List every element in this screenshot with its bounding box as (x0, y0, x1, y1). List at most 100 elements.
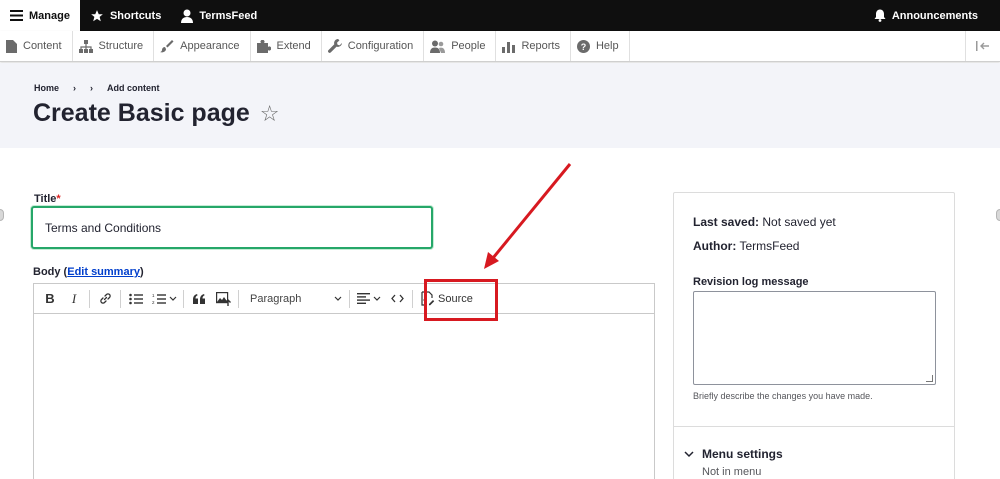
author-value: TermsFeed (739, 239, 800, 253)
blockquote-button[interactable] (187, 288, 211, 310)
breadcrumb-add-content[interactable]: Add content (107, 83, 160, 93)
favorite-star-icon[interactable]: ☆ (260, 101, 280, 127)
admin-menu-tray: Content Structure Appearance Extend Conf… (0, 31, 1000, 62)
structure-icon (78, 39, 93, 53)
bar-chart-icon (502, 41, 516, 53)
bell-icon (874, 9, 886, 22)
tray-orientation-toggle[interactable] (965, 31, 1000, 61)
tray-label: Structure (98, 40, 144, 52)
tray-label: Configuration (347, 40, 414, 52)
breadcrumb-separator: › (90, 83, 94, 93)
toolbar-separator (89, 289, 90, 308)
code-icon (390, 294, 404, 303)
editor-toolbar: B I 12 Paragraph Source (34, 284, 654, 314)
breadcrumb-home[interactable]: Home (34, 83, 59, 93)
user-label: TermsFeed (199, 9, 258, 22)
author-line: Author: TermsFeed (693, 239, 799, 253)
announcements-label: Announcements (891, 9, 978, 22)
title-input[interactable] (31, 206, 433, 249)
title-label-text: Title (34, 193, 57, 205)
author-label: Author: (693, 239, 737, 253)
tray-item-appearance[interactable]: Appearance (154, 31, 251, 61)
people-icon (430, 40, 446, 53)
page-title-text: Create Basic page (33, 99, 250, 127)
toolbar-separator (183, 289, 184, 308)
tray-item-help[interactable]: ? Help (571, 31, 630, 61)
puzzle-icon (256, 39, 271, 53)
meta-sidebar: Last saved: Not saved yet Author: TermsF… (673, 192, 955, 479)
quote-icon (192, 293, 205, 304)
body-label: Body (Edit summary) (33, 266, 144, 278)
paintbrush-icon (160, 40, 174, 53)
numbered-list-button[interactable]: 12 (148, 288, 180, 310)
shortcuts-tab[interactable]: Shortcuts (80, 0, 171, 31)
last-saved-line: Last saved: Not saved yet (693, 215, 836, 229)
edit-summary-link[interactable]: Edit summary (67, 266, 140, 278)
user-tab[interactable]: TermsFeed (171, 0, 267, 31)
menu-settings-summary: Not in menu (702, 466, 762, 478)
tray-label: Appearance (180, 40, 240, 52)
toolbar-separator (238, 289, 239, 308)
wrench-icon (327, 39, 342, 53)
tray-label: Extend (276, 40, 311, 52)
tray-label: Help (595, 40, 619, 52)
revision-log-help: Briefly describe the changes you have ma… (693, 391, 873, 401)
bulleted-list-button[interactable] (124, 288, 148, 310)
last-saved-value: Not saved yet (762, 215, 836, 229)
manage-label: Manage (29, 9, 70, 22)
toolbar-separator (120, 289, 121, 308)
breadcrumb: Home › › Add content (34, 83, 160, 93)
admin-toolbar: Manage Shortcuts TermsFeed Announcements (0, 0, 1000, 31)
collapse-left-icon (976, 41, 989, 51)
link-icon (99, 293, 111, 304)
right-edge-handle (996, 209, 1000, 221)
hamburger-menu-icon (10, 10, 23, 21)
align-left-icon (357, 293, 370, 304)
body-label-close: ) (139, 266, 144, 278)
manage-tab[interactable]: Manage (0, 0, 80, 31)
toolbar-separator (412, 289, 413, 308)
tray-item-extend[interactable]: Extend (251, 31, 322, 61)
sidebar-divider (674, 426, 954, 427)
required-asterisk: * (56, 193, 61, 205)
body-label-text: Body ( (33, 266, 68, 278)
tray-item-people[interactable]: People (424, 31, 497, 61)
user-icon (181, 9, 194, 23)
left-edge-handle (0, 209, 4, 221)
numbered-list-icon: 12 (152, 293, 166, 305)
tray-label: Content (23, 40, 62, 52)
text-alignment-dropdown[interactable] (353, 288, 385, 310)
breadcrumb-separator: › (73, 83, 77, 93)
tray-label: Reports (521, 40, 560, 52)
bold-button[interactable]: B (38, 288, 62, 310)
code-button[interactable] (385, 288, 409, 310)
star-icon (91, 9, 103, 21)
editor-content-area[interactable] (34, 315, 654, 479)
svg-text:?: ? (581, 42, 587, 52)
help-icon: ? (576, 39, 590, 53)
page-header: Home › › Add content Create Basic page ☆ (0, 63, 1000, 148)
paragraph-dropdown-label: Paragraph (250, 292, 302, 305)
tray-label: People (451, 40, 486, 52)
menu-settings-toggle[interactable]: Menu settings (684, 447, 783, 461)
paragraph-dropdown[interactable]: Paragraph (242, 288, 346, 310)
chevron-down-icon (334, 296, 342, 301)
svg-text:2: 2 (152, 300, 155, 305)
tray-item-configuration[interactable]: Configuration (322, 31, 425, 61)
italic-button[interactable]: I (62, 288, 86, 310)
bulleted-list-icon (129, 293, 143, 304)
chevron-down-icon (684, 450, 694, 457)
tray-item-structure[interactable]: Structure (73, 31, 155, 61)
insert-image-button[interactable] (211, 288, 235, 310)
tray-item-content[interactable]: Content (0, 31, 73, 61)
title-label: Title* (34, 193, 61, 205)
chevron-down-icon (373, 296, 381, 301)
chevron-down-icon (169, 296, 176, 301)
tray-item-reports[interactable]: Reports (496, 31, 571, 61)
resize-grip-icon[interactable] (926, 375, 933, 382)
svg-text:1: 1 (152, 293, 155, 298)
document-icon (6, 39, 17, 53)
link-button[interactable] (93, 288, 117, 310)
revision-log-textarea[interactable] (693, 291, 936, 385)
announcements-tab[interactable]: Announcements (864, 0, 1000, 31)
